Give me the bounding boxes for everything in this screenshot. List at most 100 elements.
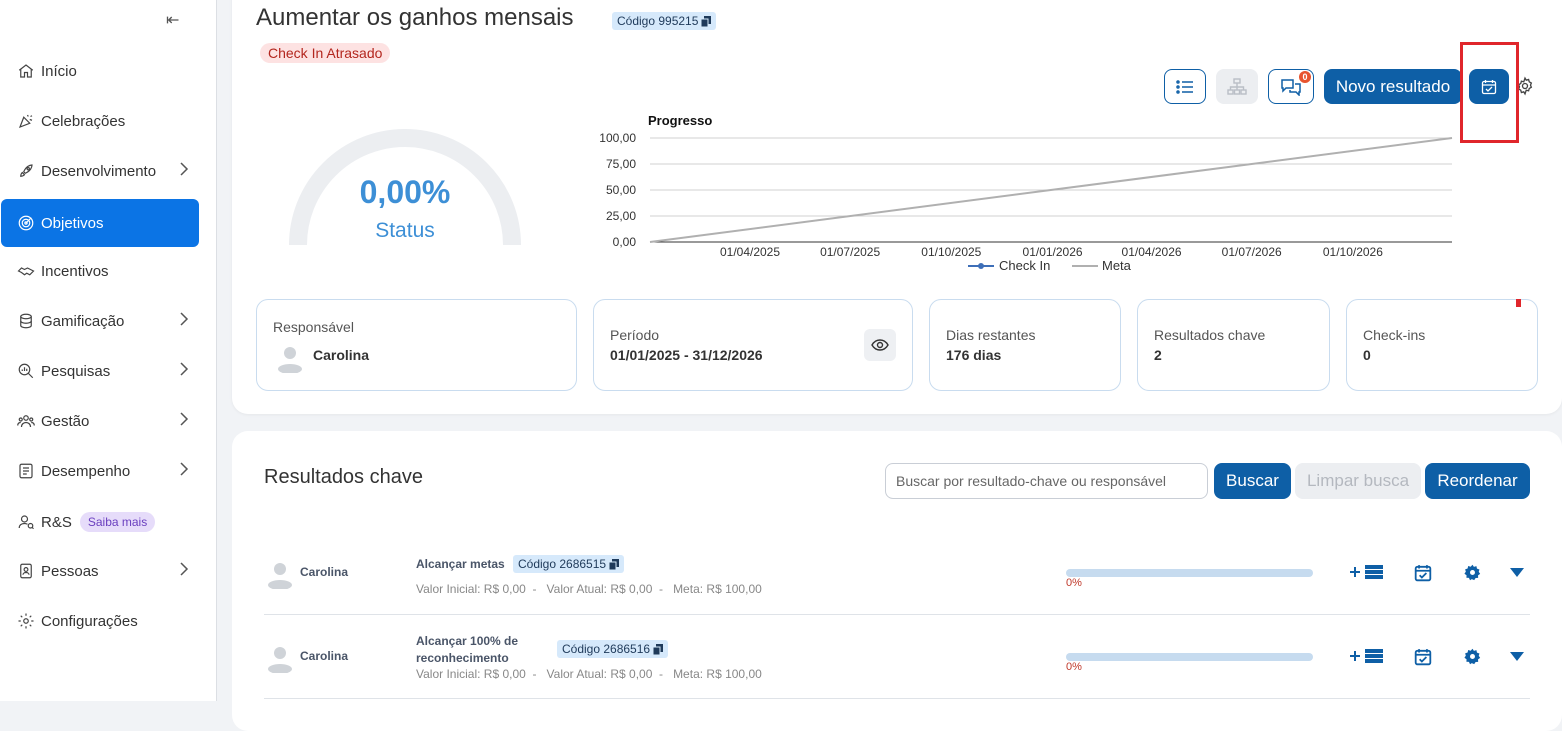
chevron-right-icon [179,162,189,180]
new-result-button[interactable]: Novo resultado [1324,69,1462,104]
kr-progress-bar [1066,653,1313,661]
calendar-check-icon [1481,79,1497,94]
kr-valor-inicial: Valor Inicial: R$ 0,00 [416,582,526,596]
settings-gear-icon[interactable] [1515,76,1535,101]
sidebar-item-pesquisas[interactable]: Pesquisas [1,347,199,395]
sidebar-item-gestao[interactable]: Gestão [1,397,199,445]
y-tick-label: 50,00 [606,183,636,197]
comments-button[interactable]: 0 [1268,69,1314,104]
sidebar-item-label: Objetivos [41,214,104,232]
avatar [268,647,292,673]
copy-icon [701,15,712,27]
kr-progress-text: 0% [1066,661,1082,673]
kr-sep: - [655,582,670,596]
chart-title: Progresso [648,113,712,128]
kr-sep: - [529,667,544,681]
kr-sep: - [655,667,670,681]
gear-icon [16,611,36,631]
plus-list-icon [1350,649,1383,663]
periodo-value: 01/01/2025 - 31/12/2026 [610,347,763,363]
sidebar-item-label: Gestão [41,412,90,430]
x-tick-label: 01/01/2026 [1023,245,1083,259]
objective-code-badge[interactable]: Código 995215 [612,12,717,30]
kr-name-line: reconhecimento [416,651,509,665]
clear-search-button[interactable]: Limpar busca [1295,463,1421,499]
list-icon [1176,79,1193,94]
search-button[interactable]: Buscar [1214,463,1291,499]
status-badge: Check In Atrasado [260,43,391,63]
avatar [278,347,302,373]
avatar [268,563,292,589]
calendar-check-icon [1414,565,1432,582]
sidebar-item-label: Configurações [41,612,138,630]
reorder-button[interactable]: Reordenar [1425,463,1530,499]
kr-owner: Carolina [300,565,349,579]
sidebar-item-celebracoes[interactable]: Celebrações [1,97,199,145]
sidebar-item-label: R&S [41,513,72,531]
view-period-button[interactable] [864,329,896,361]
add-checkin-button[interactable] [1349,648,1383,664]
kr-code-badge[interactable]: Código 2686516 [557,640,669,658]
sidebar-item-label: Incentivos [41,262,109,280]
expand-row-button[interactable] [1510,652,1524,661]
sidebar-item-configuracoes[interactable]: Configurações [1,597,199,645]
checkins-label: Check-ins [1363,327,1426,343]
kr-sep: - [529,582,544,596]
sidebar-item-label: Desempenho [41,462,131,480]
kr-name[interactable]: Alcançar 100% de reconhecimento [416,633,518,667]
copy-icon [653,643,664,655]
sidebar-item-pessoas[interactable]: Pessoas [1,547,199,595]
kr-settings-button[interactable] [1464,564,1481,581]
progress-chart: Progresso 100,00 75,00 50,00 25,00 0,00 01/04/… [599,113,1453,273]
periodo-card: Período 01/01/2025 - 31/12/2026 [593,299,913,391]
resultados-label: Resultados chave [1154,327,1266,343]
y-tick-label: 0,00 [613,235,637,249]
periodo-label: Período [610,327,660,343]
kr-valor-inicial: Valor Inicial: R$ 0,00 [416,667,526,681]
sidebar-item-desempenho[interactable]: Desempenho [1,447,199,495]
kr-progress-text: 0% [1066,577,1082,589]
kr-settings-button[interactable] [1464,648,1481,665]
checkins-card: Check-ins 0 [1346,299,1538,391]
add-checkin-button[interactable] [1349,564,1383,580]
collapse-sidebar-icon[interactable]: ⇤ [166,10,179,30]
list-view-button[interactable] [1164,69,1206,104]
gauge-value: 0,00% [359,174,451,210]
chevron-right-icon [179,362,189,380]
kr-values: Valor Inicial: R$ 0,00 - Valor Atual: R$… [416,582,762,596]
sidebar-item-desenvolvimento[interactable]: Desenvolvimento [1,147,199,195]
sidebar-item-inicio[interactable]: Início [1,47,199,95]
y-tick-label: 25,00 [606,209,636,223]
checkin-calendar-button[interactable] [1469,69,1509,104]
search-chart-icon [16,361,36,381]
kr-progress-bar [1066,569,1313,577]
checklist-icon [16,461,36,481]
org-chart-button[interactable] [1216,69,1258,104]
people-icon [16,411,36,431]
resultados-card: Resultados chave 2 [1137,299,1330,391]
saiba-mais-badge[interactable]: Saiba mais [79,512,156,532]
y-tick-label: 75,00 [606,157,636,171]
sidebar-item-rs[interactable]: R&S Saiba mais [1,498,199,546]
sidebar-item-objetivos[interactable]: Objetivos [1,199,199,247]
kr-calendar-button[interactable] [1414,564,1432,582]
x-tick-label: 01/04/2026 [1122,245,1182,259]
sidebar-item-gamificacao[interactable]: Gamificação [1,297,199,345]
kr-calendar-button[interactable] [1414,648,1432,666]
kr-owner: Carolina [300,649,349,663]
expand-row-button[interactable] [1510,568,1524,577]
row-divider [264,614,1530,615]
kr-code-badge[interactable]: Código 2686515 [513,555,625,573]
x-tick-label: 01/10/2025 [921,245,981,259]
gear-icon [1464,564,1481,581]
comment-count-badge: 0 [1299,71,1311,83]
plus-list-icon [1350,565,1383,579]
sidebar-item-incentivos[interactable]: Incentivos [1,247,199,295]
kr-name[interactable]: Alcançar metas [416,556,505,573]
x-tick-label: 01/07/2026 [1222,245,1282,259]
user-search-icon [16,512,36,532]
sidebar-item-label: Pessoas [41,562,99,580]
eye-icon [871,339,889,351]
search-input[interactable] [885,463,1208,499]
checkins-value: 0 [1363,347,1371,363]
